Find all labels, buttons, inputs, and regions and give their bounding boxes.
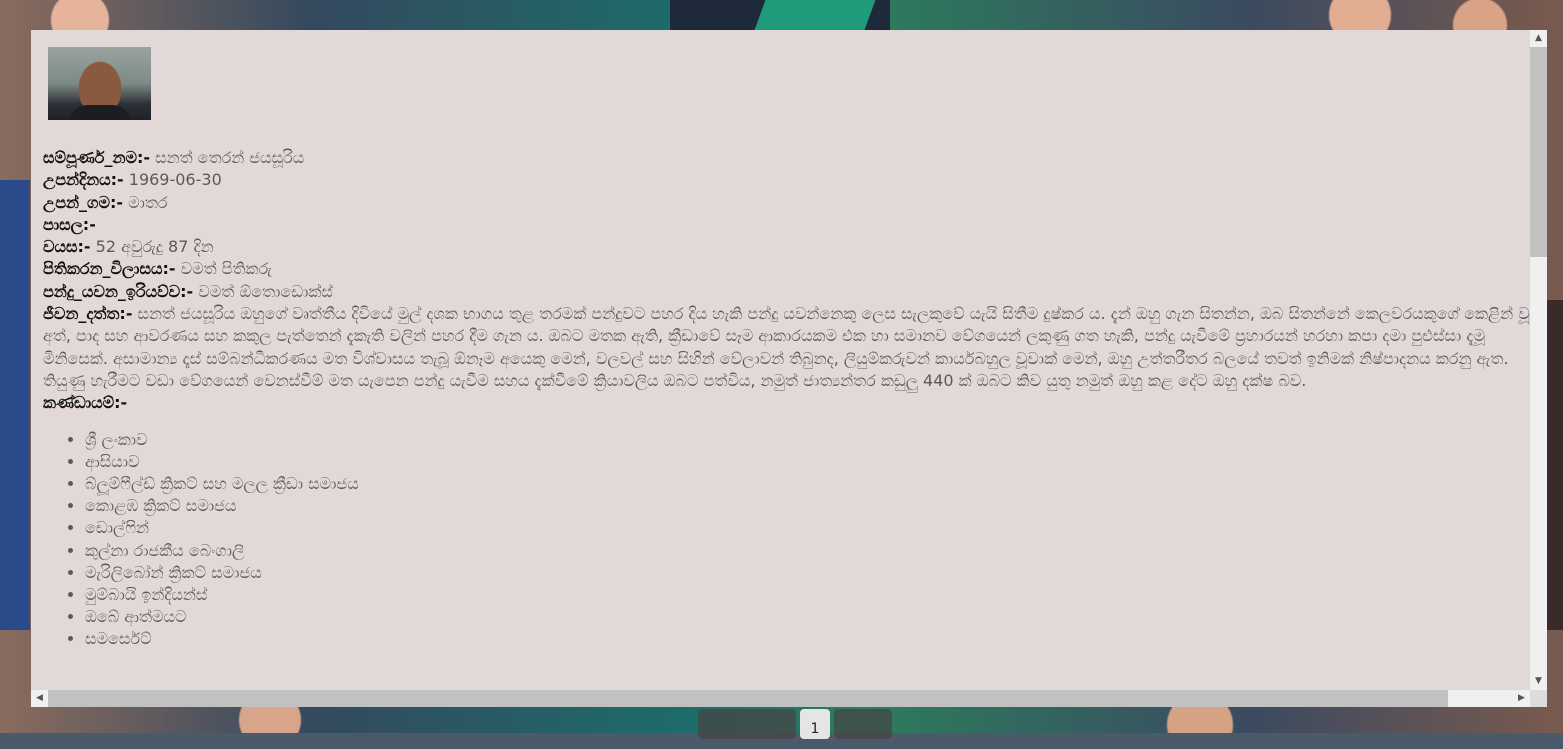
modal-content: සම්පූර්ණ_නම:- සනත් තෙරන් ජයසූරිය උපන්දින…: [31, 30, 1530, 690]
profile-info: සම්පූර්ණ_නම:- සනත් තෙරන් ජයසූරිය උපන්දින…: [43, 147, 1530, 651]
scroll-left-arrow-icon[interactable]: ◀: [31, 690, 48, 707]
player-profile-modal: සම්පූර්ණ_නම:- සනත් තෙරන් ජයසූරිය උපන්දින…: [31, 30, 1547, 707]
list-item: මැරිලිබෝන් ක්‍රිකට් සමාජය: [85, 562, 1523, 584]
vertical-scrollbar[interactable]: ▲ ▼: [1530, 30, 1547, 690]
field-birth-place: උපන්_ගම:- මාතර: [43, 192, 1523, 214]
field-label: පිතිකරන_විලාසය:-: [43, 259, 176, 279]
list-item: සමර්සෙට්: [85, 628, 1523, 650]
list-item: කුල්නා රාජකීය බෙංගාලි: [85, 540, 1523, 562]
biography-text: සනත් ජයසූරිය ඔහුගේ වෘත්තීය දිවියේ මුල් ද…: [43, 304, 1530, 390]
team-list: ශ්‍රී ලංකාව ආසියාව බ්ලූම්ෆීල්ඩ් ක්‍රිකට්…: [43, 429, 1523, 651]
field-batting-style: පිතිකරන_විලාසය:- වමත් පිතිකරු: [43, 258, 1523, 280]
field-value: වමත් පිතිකරු: [175, 259, 272, 279]
background-shape: [754, 0, 876, 30]
field-age: වයස:- 52 අවුරුදු 87 දින: [43, 236, 1523, 258]
field-value: මාතර: [123, 192, 168, 212]
scroll-right-arrow-icon[interactable]: ▶: [1513, 690, 1530, 707]
field-label: උපන්_ගම:-: [43, 192, 124, 212]
pagination-prev-button[interactable]: [698, 709, 796, 739]
field-label: ජීවන_දත්ත:-: [43, 304, 133, 324]
field-value: සනත් තෙරන් ජයසූරිය: [150, 148, 305, 167]
list-item: ඔබේ ආත්මයට: [85, 606, 1523, 628]
scroll-down-arrow-icon[interactable]: ▼: [1530, 673, 1547, 690]
field-label: පාසල:-: [43, 214, 96, 234]
field-value: වමත් ඕතොඩොක්ස්: [193, 281, 333, 301]
scroll-up-arrow-icon[interactable]: ▲: [1530, 30, 1547, 47]
field-value: 52 අවුරුදු 87 දින: [90, 237, 214, 257]
pagination: 1: [698, 709, 892, 739]
field-birth-date: උපන්දිනය:- 1969-06-30: [43, 169, 1523, 191]
field-school: පාසල:-: [43, 214, 1523, 236]
horizontal-scrollbar[interactable]: ◀ ▶: [31, 690, 1530, 707]
list-item: ඩොල්ෆින්: [85, 517, 1523, 539]
field-label: උපන්දිනය:-: [43, 170, 124, 190]
field-label: පන්දු_යවන_ඉරියව්ව:-: [43, 281, 194, 301]
list-item: ආසියාව: [85, 451, 1523, 473]
field-label: වයස:-: [43, 237, 91, 257]
field-label: කණ්ඩායම්:-: [43, 393, 128, 413]
player-photo-shirt: [68, 105, 132, 120]
list-item: බ්ලූම්ෆීල්ඩ් ක්‍රිකට් සහ මලල ක්‍රීඩා සමා…: [85, 473, 1523, 495]
field-bowling-style: පන්දු_යවන_ඉරියව්ව:- වමත් ඕතොඩොක්ස්: [43, 281, 1523, 303]
field-full-name: සම්පූර්ණ_නම:- සනත් තෙරන් ජයසූරිය: [43, 147, 1523, 169]
field-teams: කණ්ඩායම්:-: [43, 392, 1523, 414]
scrollbar-corner: [1530, 690, 1547, 707]
list-item: මුම්බායි ඉන්දියන්ස්: [85, 584, 1523, 606]
horizontal-scrollbar-thumb[interactable]: [48, 690, 1448, 707]
background-shape: [0, 180, 30, 630]
vertical-scrollbar-thumb[interactable]: [1530, 47, 1547, 257]
player-photo: [48, 47, 151, 120]
pagination-next-button[interactable]: [834, 709, 892, 739]
field-value: 1969-06-30: [123, 170, 222, 190]
field-label: සම්පූර්ණ_නම:-: [43, 148, 151, 167]
list-item: කොළඹ ක්‍රිකට් සමාජය: [85, 495, 1523, 517]
background-shape: [1545, 300, 1563, 630]
list-item: ශ්‍රී ලංකාව: [85, 429, 1523, 451]
pagination-page-button[interactable]: 1: [800, 709, 830, 739]
field-biography: ජීවන_දත්ත:- සනත් ජයසූරිය ඔහුගේ වෘත්තීය ද…: [43, 303, 1530, 392]
